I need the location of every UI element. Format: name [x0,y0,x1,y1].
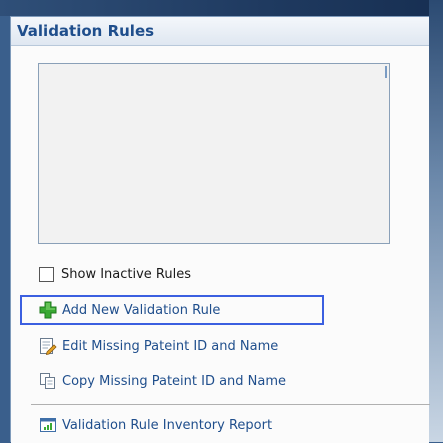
copy-rule-label: Copy Missing Pateint ID and Name [62,373,287,389]
panel-header: Validation Rules [11,17,429,46]
add-new-validation-rule-label: Add New Validation Rule [62,302,221,318]
validation-rules-panel: Validation Rules Show Inactive Rules Add… [10,16,430,443]
copy-rule-link[interactable]: Copy Missing Pateint ID and Name [39,371,286,391]
section-divider [31,404,430,405]
edit-rule-link[interactable]: Edit Missing Pateint ID and Name [39,336,278,356]
window-top-chrome [0,0,443,16]
show-inactive-label: Show Inactive Rules [61,266,191,282]
panel-title: Validation Rules [17,22,155,40]
show-inactive-row[interactable]: Show Inactive Rules [39,265,191,283]
copy-document-icon [39,372,57,390]
list-scroll-marker [385,66,387,78]
plus-icon [39,301,57,319]
edit-rule-label: Edit Missing Pateint ID and Name [62,338,279,354]
report-chart-icon [39,416,57,434]
add-new-validation-rule-link[interactable]: Add New Validation Rule [39,300,220,320]
edit-document-icon [39,337,57,356]
show-inactive-checkbox[interactable] [39,266,54,282]
validation-rules-list[interactable] [38,63,390,244]
inventory-report-label: Validation Rule Inventory Report [62,417,273,433]
window-right-chrome [429,0,443,442]
inventory-report-link[interactable]: Validation Rule Inventory Report [39,415,272,435]
panel-body: Show Inactive Rules Add New Validation R… [11,46,430,443]
